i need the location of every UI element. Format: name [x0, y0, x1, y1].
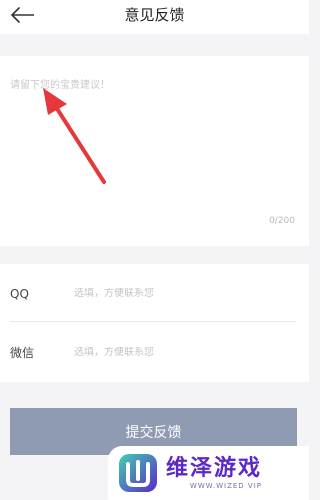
character-counter: 0/200	[269, 216, 295, 226]
feedback-textarea[interactable]	[10, 76, 299, 216]
watermark-subtitle: WWW.WIZED VIP	[189, 482, 263, 490]
wechat-row: 微信	[10, 324, 296, 380]
feedback-section: 0/200	[0, 56, 309, 246]
wechat-label: 微信	[10, 345, 35, 360]
arrow-left-icon	[11, 7, 34, 23]
watermark-badge: 维泽游戏 WWW.WIZED VIP	[108, 446, 309, 500]
watermark-text: 维泽游戏 WWW.WIZED VIP	[166, 456, 262, 490]
qq-row: QQ	[10, 266, 296, 322]
watermark-title: 维泽游戏	[166, 456, 263, 481]
header-bar: 意见反馈	[0, 0, 309, 34]
wechat-input[interactable]	[74, 346, 296, 358]
qq-input[interactable]	[74, 288, 296, 299]
page-title: 意见反馈	[124, 6, 185, 24]
back-button[interactable]	[8, 2, 38, 28]
watermark-logo-icon	[119, 454, 157, 492]
qq-label: QQ	[10, 286, 29, 301]
contact-section: QQ 微信	[0, 264, 309, 382]
